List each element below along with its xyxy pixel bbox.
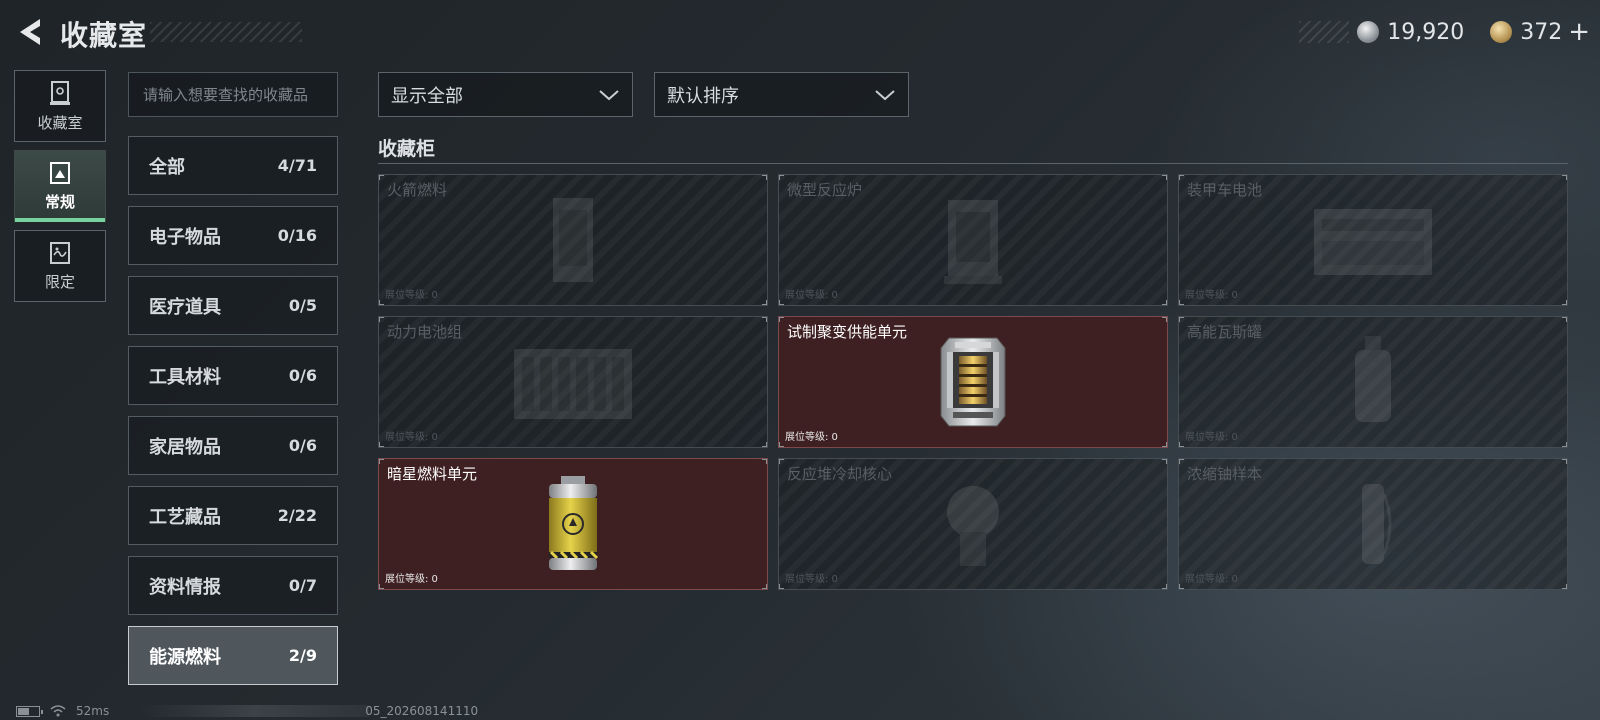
- slot-level: 展位等级: 0: [785, 290, 838, 301]
- slot-reactor-cooling-core[interactable]: 反应堆冷却核心 展位等级: 0: [778, 458, 1168, 590]
- category-name: 家居物品: [149, 436, 221, 458]
- currency-bar: 19,920 372 +: [1299, 17, 1590, 47]
- currency-decoration: [1299, 21, 1350, 43]
- chevron-down-icon: [599, 89, 619, 100]
- status-bar: 52ms 05_202608141110: [16, 703, 478, 719]
- title-decoration: [150, 22, 302, 42]
- sort-value: 默认排序: [667, 85, 739, 107]
- limited-icon: [50, 241, 70, 264]
- slot-name: 反应堆冷却核心: [787, 465, 893, 483]
- category-name: 工具材料: [149, 366, 221, 388]
- silver-currency-value: 19,920: [1387, 19, 1465, 45]
- chevron-down-icon: [875, 89, 895, 100]
- slot-level: 展位等级: 0: [1185, 574, 1238, 585]
- slot-level: 展位等级: 0: [1185, 432, 1238, 443]
- slot-name: 暗星燃料单元: [387, 465, 478, 483]
- battery-fill: [18, 707, 29, 715]
- slot-uranium-sample[interactable]: 浓缩铀样本 展位等级: 0: [1178, 458, 1568, 590]
- category-name: 全部: [149, 156, 185, 178]
- fusion-power-unit-icon: [940, 337, 1006, 427]
- category-name: 电子物品: [149, 226, 221, 248]
- slot-name: 微型反应炉: [787, 181, 863, 199]
- build-id: 05_202608141110: [365, 704, 479, 718]
- back-button[interactable]: [16, 16, 46, 48]
- slot-rocket-fuel[interactable]: 火箭燃料 展位等级: 0: [378, 174, 768, 306]
- micro-reactor-icon: [944, 200, 1002, 284]
- slot-level: 展位等级: 0: [385, 432, 438, 443]
- category-household[interactable]: 家居物品 0/6: [128, 416, 338, 475]
- category-tools-materials[interactable]: 工具材料 0/6: [128, 346, 338, 405]
- rocket-fuel-icon: [553, 198, 593, 282]
- rail-item-label: 限定: [44, 272, 75, 291]
- back-arrow-icon: [20, 19, 40, 45]
- category-name: 资料情报: [149, 576, 221, 598]
- slot-name: 高能瓦斯罐: [1187, 323, 1263, 341]
- add-currency-button[interactable]: +: [1568, 17, 1590, 47]
- slot-micro-reactor[interactable]: 微型反应炉 展位等级: 0: [778, 174, 1168, 306]
- uranium-sample-icon: [1362, 484, 1392, 564]
- category-count: 4/71: [277, 156, 317, 175]
- category-name: 能源燃料: [149, 646, 221, 668]
- category-count: 2/9: [288, 646, 317, 665]
- battery-icon: [16, 705, 43, 717]
- slot-level: 展位等级: 0: [385, 574, 438, 585]
- category-name: 医疗道具: [149, 296, 221, 318]
- page-title: 收藏室: [60, 19, 148, 52]
- rail-item-label: 常规: [44, 192, 75, 211]
- slot-level: 展位等级: 0: [385, 290, 438, 301]
- search-input[interactable]: [128, 72, 338, 117]
- category-crafts[interactable]: 工艺藏品 2/22: [128, 486, 338, 545]
- gold-coin-icon: [1490, 21, 1513, 43]
- section-divider: [378, 163, 1568, 164]
- rail-item-collection-room[interactable]: 收藏室: [14, 70, 106, 142]
- category-count: 0/6: [288, 366, 317, 385]
- ping-value: 52ms: [76, 704, 110, 718]
- reactor-cooling-core-icon: [947, 486, 999, 566]
- rail-item-label: 收藏室: [37, 113, 83, 132]
- slot-name: 浓缩铀样本: [1187, 465, 1263, 483]
- category-count: 2/22: [277, 506, 317, 525]
- slot-fusion-power-unit[interactable]: 试制聚变供能单元 展位等级: 0: [778, 316, 1168, 448]
- slot-armored-battery[interactable]: 装甲车电池 展位等级: 0: [1178, 174, 1568, 306]
- category-count: 0/6: [288, 436, 317, 455]
- show-filter-dropdown[interactable]: 显示全部: [378, 72, 633, 117]
- rail-item-limited[interactable]: 限定: [14, 230, 106, 302]
- gas-canister-icon: [1355, 336, 1391, 422]
- category-intel[interactable]: 资料情报 0/7: [128, 556, 338, 615]
- slot-name: 装甲车电池: [1187, 181, 1263, 199]
- category-electronics[interactable]: 电子物品 0/16: [128, 206, 338, 265]
- category-all[interactable]: 全部 4/71: [128, 136, 338, 195]
- category-medical[interactable]: 医疗道具 0/5: [128, 276, 338, 335]
- silver-coin-icon: [1357, 21, 1380, 43]
- slot-name: 试制聚变供能单元: [787, 323, 908, 341]
- gold-currency-value: 372: [1520, 19, 1563, 45]
- category-count: 0/5: [288, 296, 317, 315]
- slot-level: 展位等级: 0: [785, 574, 838, 585]
- show-filter-value: 显示全部: [391, 85, 463, 107]
- collection-room-icon: [50, 80, 70, 105]
- regular-icon: [50, 161, 70, 184]
- slot-name: 火箭燃料: [387, 181, 448, 199]
- slot-power-battery-pack[interactable]: 动力电池组 展位等级: 0: [378, 316, 768, 448]
- power-battery-pack-icon: [514, 349, 632, 419]
- category-count: 0/7: [288, 576, 317, 595]
- slot-level: 展位等级: 0: [785, 432, 838, 443]
- category-energy-fuel[interactable]: 能源燃料 2/9: [128, 626, 338, 685]
- section-title: 收藏柜: [378, 138, 436, 160]
- rail-item-regular[interactable]: 常规: [14, 150, 106, 222]
- category-name: 工艺藏品: [149, 506, 221, 528]
- slot-darkstar-fuel-cell[interactable]: 暗星燃料单元 展位等级: 0: [378, 458, 768, 590]
- wifi-icon: [50, 705, 66, 717]
- redacted-id: [139, 705, 370, 717]
- armored-battery-icon: [1314, 209, 1432, 275]
- darkstar-fuel-cell-icon: [549, 476, 599, 570]
- slot-level: 展位等级: 0: [1185, 290, 1238, 301]
- sort-dropdown[interactable]: 默认排序: [654, 72, 909, 117]
- collection-cabinet: 火箭燃料 展位等级: 0 微型反应炉 展位等级: 0 装甲车电池 展位等级: 0…: [378, 174, 1568, 590]
- slot-gas-canister[interactable]: 高能瓦斯罐 展位等级: 0: [1178, 316, 1568, 448]
- category-count: 0/16: [277, 226, 317, 245]
- slot-name: 动力电池组: [387, 323, 463, 341]
